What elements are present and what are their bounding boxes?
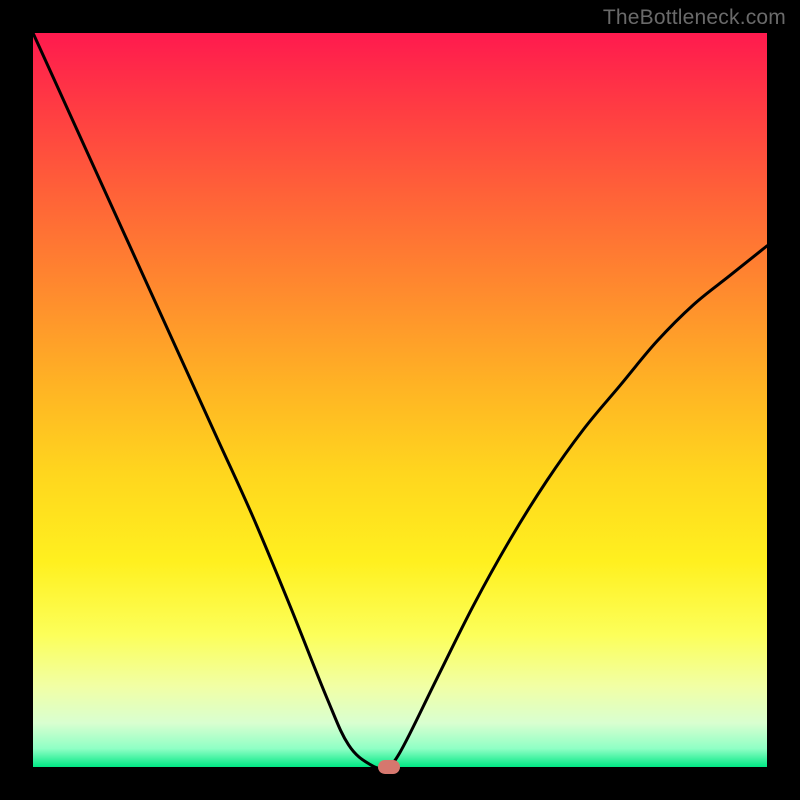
bottleneck-curve	[33, 33, 767, 768]
curve-layer	[33, 33, 767, 767]
optimum-marker	[378, 760, 400, 774]
chart-frame: TheBottleneck.com	[0, 0, 800, 800]
watermark-text: TheBottleneck.com	[603, 6, 786, 30]
